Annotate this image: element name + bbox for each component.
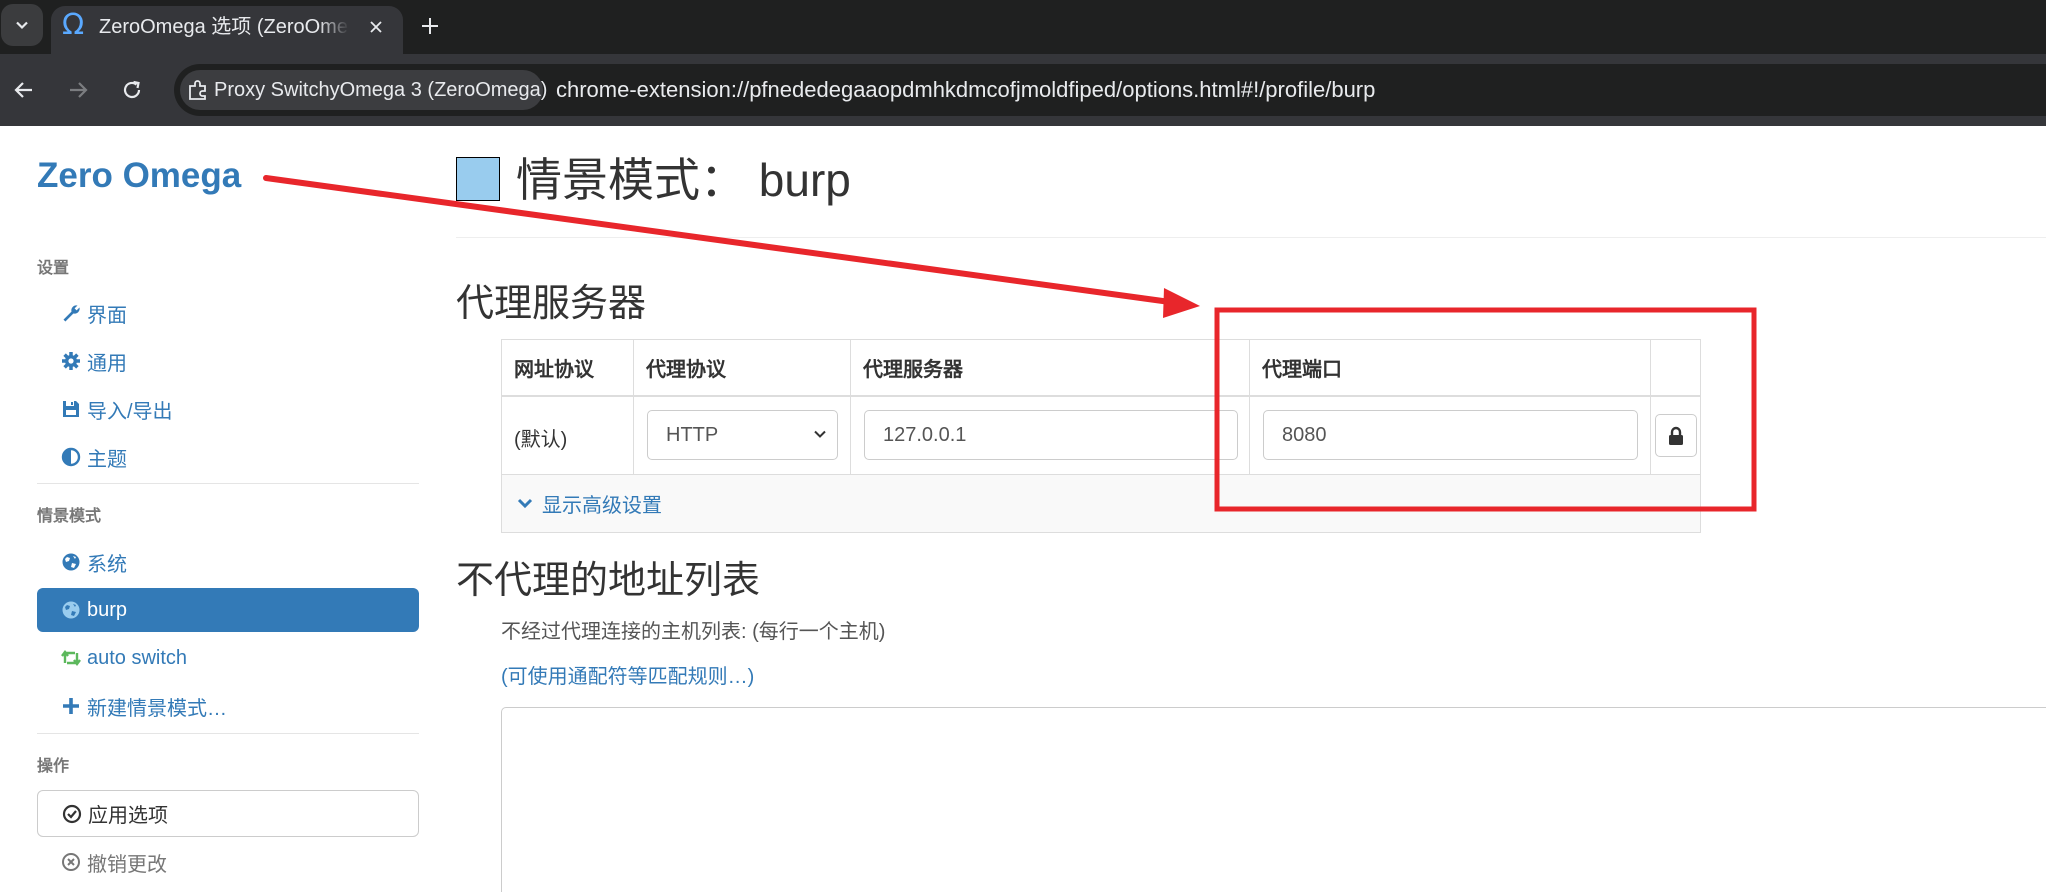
retweet-icon (59, 646, 83, 670)
table-cell: (默认) (502, 397, 634, 474)
reload-button[interactable] (112, 70, 152, 110)
arrow-left-icon (14, 82, 32, 98)
sidebar-item-general[interactable]: 通用 (37, 339, 419, 383)
discard-changes-button[interactable]: 撤销更改 (37, 840, 419, 884)
close-icon (370, 21, 382, 33)
proxy-port-input[interactable]: 8080 (1263, 410, 1638, 460)
chevron-down-icon (517, 498, 533, 508)
wildcard-rules-link[interactable]: (可使用通配符等匹配规则…) (501, 664, 754, 690)
sidebar-item-burp[interactable]: burp (37, 588, 419, 632)
profiles-header: 情景模式 (37, 508, 102, 525)
header-divider (456, 237, 2046, 238)
apply-options-button[interactable]: 应用选项 (37, 790, 419, 837)
page-title: 情景模式： burp (516, 154, 851, 206)
close-circle-icon (59, 850, 83, 874)
settings-header: 设置 (37, 260, 70, 277)
url-text[interactable]: chrome-extension://pfnededegaaopdmhkdmco… (556, 76, 1375, 104)
site-chip-label: Proxy SwitchyOmega 3 (ZeroOmega) (214, 79, 548, 101)
browser-tab-bar: Ω ZeroOmega 选项 (ZeroOmega) (0, 0, 2046, 54)
sidebar-item-label: 导入/导出 (87, 400, 173, 423)
column-header-protocol: 代理协议 (634, 340, 851, 395)
tab-close-button[interactable] (361, 12, 391, 42)
sidebar-item-label: 主题 (87, 448, 127, 471)
column-header-port: 代理端口 (1250, 340, 1651, 395)
wrench-icon (59, 301, 83, 325)
plus-icon (59, 694, 83, 718)
check-circle-icon (60, 802, 84, 826)
proxy-server-value: 127.0.0.1 (883, 423, 967, 446)
bypass-list-heading: 不代理的地址列表 (456, 560, 761, 602)
sidebar-item-label: burp (87, 598, 128, 621)
proxy-server-input[interactable]: 127.0.0.1 (864, 410, 1238, 460)
sidebar-item-theme[interactable]: 主题 (37, 435, 419, 479)
url-scheme-value: (默认) (514, 429, 568, 451)
actions-header: 操作 (37, 758, 70, 775)
omega-icon: Ω (62, 7, 85, 41)
sidebar-item-label: 界面 (87, 304, 127, 327)
sidebar-divider (37, 733, 419, 734)
globe-icon (59, 598, 83, 622)
sidebar-item-label: 系统 (87, 553, 127, 576)
proxy-servers-heading: 代理服务器 (456, 283, 647, 325)
discard-changes-label: 撤销更改 (87, 853, 167, 876)
sidebar-item-ui[interactable]: 界面 (37, 291, 419, 335)
proxy-auth-button[interactable] (1655, 414, 1697, 457)
apply-options-label: 应用选项 (88, 805, 168, 827)
forward-button[interactable] (58, 70, 98, 110)
tab-title: ZeroOmega 选项 (ZeroOmega) (99, 16, 349, 38)
globe-icon (59, 550, 83, 574)
contrast-icon (59, 445, 83, 469)
app-brand[interactable]: Zero Omega (37, 154, 241, 198)
tab-search-button[interactable] (1, 4, 43, 46)
show-advanced-settings-link[interactable]: 显示高级设置 (502, 475, 1700, 532)
sidebar-item-label: 通用 (87, 352, 127, 375)
plus-icon (422, 18, 438, 34)
sidebar-item-label: 新建情景模式… (87, 697, 227, 720)
sidebar-item-label: auto switch (87, 646, 188, 669)
column-header-url-scheme: 网址协议 (502, 340, 634, 395)
proxy-servers-table: 网址协议 代理协议 代理服务器 代理端口 (默认) HTTP 127.0.0.1… (501, 339, 1701, 533)
proxy-protocol-select[interactable]: HTTP (647, 410, 838, 460)
column-header-server: 代理服务器 (851, 340, 1250, 395)
profile-color-swatch[interactable] (456, 157, 500, 201)
show-advanced-settings-label: 显示高级设置 (542, 495, 662, 517)
proxy-protocol-value: HTTP (666, 423, 719, 446)
chevron-down-icon (16, 21, 28, 30)
bypass-list-help: 不经过代理连接的主机列表: (每行一个主机) (501, 621, 886, 643)
arrow-right-icon (70, 82, 88, 98)
bypass-list-textarea[interactable] (501, 707, 2046, 892)
proxy-port-value: 8080 (1282, 423, 1327, 446)
gear-icon (59, 349, 83, 373)
sidebar-item-auto-switch[interactable]: auto switch (37, 636, 419, 680)
back-button[interactable] (4, 70, 44, 110)
sidebar-item-import-export[interactable]: 导入/导出 (37, 387, 419, 431)
chevron-down-icon (814, 430, 826, 438)
new-tab-button[interactable] (412, 8, 448, 44)
extension-icon (186, 78, 210, 102)
lock-icon (1669, 426, 1683, 445)
save-icon (59, 397, 83, 421)
reload-icon (123, 80, 141, 99)
sidebar-divider (37, 483, 419, 484)
sidebar-item-system[interactable]: 系统 (37, 540, 419, 584)
sidebar-item-new-profile[interactable]: 新建情景模式… (37, 684, 419, 728)
